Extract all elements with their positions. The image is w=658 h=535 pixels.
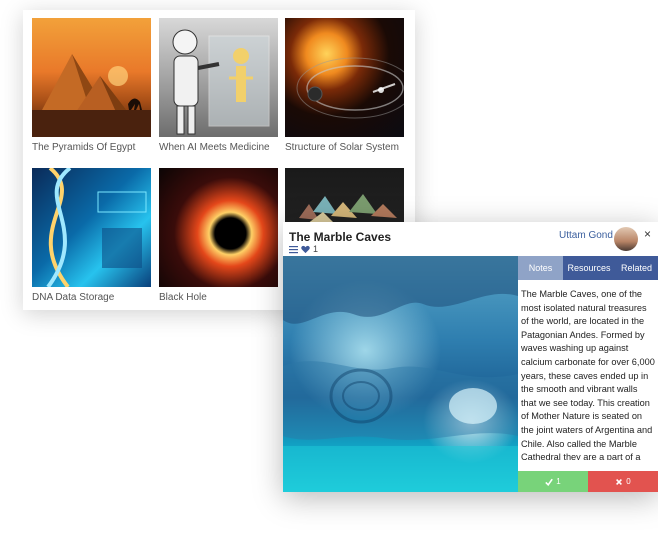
cave-illustration xyxy=(283,256,518,492)
modal-tabs: Notes Resources Related xyxy=(518,256,658,280)
downvote-count: 0 xyxy=(626,477,631,486)
marble-caves-image xyxy=(283,256,518,492)
heart-icon[interactable] xyxy=(301,245,310,254)
downvote-button[interactable]: 0 xyxy=(588,471,658,492)
gallery-caption[interactable]: Structure of Solar System xyxy=(285,142,404,153)
solar-system-thumbnail[interactable] xyxy=(285,18,404,137)
check-icon xyxy=(545,478,554,486)
pyramids-thumbnail[interactable] xyxy=(32,18,151,137)
close-icon[interactable]: × xyxy=(644,227,651,241)
tab-resources[interactable]: Resources xyxy=(563,256,615,280)
pyramids-illustration xyxy=(32,54,151,137)
upvote-count: 1 xyxy=(556,477,561,486)
upvote-button[interactable]: 1 xyxy=(518,471,588,492)
notes-text: The Marble Caves, one of the most isolat… xyxy=(521,289,655,460)
gallery-item-black-hole[interactable]: Black Hole xyxy=(159,168,278,303)
gallery-item-solar-system[interactable]: Structure of Solar System xyxy=(285,18,404,153)
author-link[interactable]: Uttam Gond xyxy=(559,230,613,241)
ai-medicine-thumbnail[interactable] xyxy=(159,18,278,137)
tab-notes[interactable]: Notes xyxy=(518,256,563,280)
gallery-item-ai-medicine[interactable]: When AI Meets Medicine xyxy=(159,18,278,153)
gallery-caption[interactable]: Black Hole xyxy=(159,292,278,303)
modal-title: The Marble Caves xyxy=(289,230,392,244)
gallery-item-pyramids[interactable]: The Pyramids Of Egypt xyxy=(32,18,151,153)
solar-illustration xyxy=(296,57,404,119)
list-icon[interactable] xyxy=(289,245,298,254)
tab-related[interactable]: Related xyxy=(615,256,658,280)
gallery-caption[interactable]: The Pyramids Of Egypt xyxy=(32,142,151,153)
gallery-item-dna[interactable]: DNA Data Storage xyxy=(32,168,151,303)
marble-caves-modal: The Marble Caves 1 Uttam Gond × Notes Re… xyxy=(283,222,658,492)
gallery-caption[interactable]: DNA Data Storage xyxy=(32,292,151,303)
dna-helix-illustration xyxy=(46,168,147,287)
black-hole-thumbnail[interactable] xyxy=(159,168,278,287)
x-icon xyxy=(616,478,623,485)
avatar[interactable] xyxy=(614,227,638,251)
vote-actions: 1 0 xyxy=(518,471,658,492)
gallery-caption[interactable]: When AI Meets Medicine xyxy=(159,142,278,153)
robot-xray-illustration xyxy=(172,29,270,135)
dna-thumbnail[interactable] xyxy=(32,168,151,287)
modal-meta: 1 xyxy=(289,244,318,254)
like-count: 1 xyxy=(313,244,319,254)
